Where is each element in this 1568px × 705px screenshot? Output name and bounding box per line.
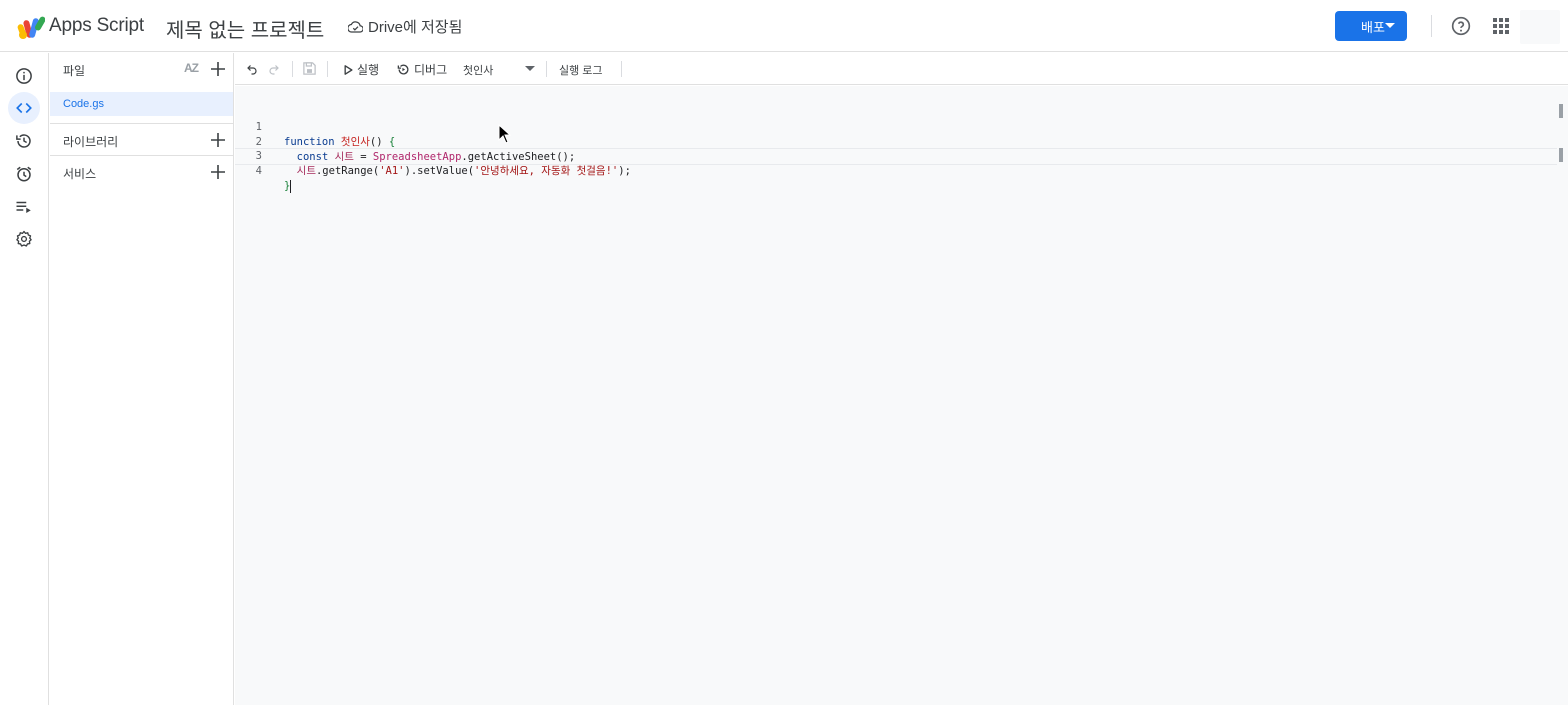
add-file-icon[interactable]: [211, 62, 225, 76]
project-title[interactable]: 제목 없는 프로젝트: [162, 12, 328, 45]
punct: );: [618, 165, 631, 177]
toolbar-divider: [621, 61, 622, 77]
run-label: 실행: [357, 63, 380, 77]
apps-script-logo-icon[interactable]: [17, 14, 45, 40]
sort-az-icon[interactable]: AZ: [184, 61, 199, 75]
method: ).setValue(: [404, 165, 475, 177]
gear-icon: [16, 230, 32, 247]
text-cursor: [290, 179, 292, 193]
undo-icon[interactable]: [246, 63, 258, 75]
drive-status-label: Drive에 저장됨: [368, 19, 463, 36]
services-row: 서비스: [50, 156, 233, 188]
toolbar-divider: [327, 61, 328, 77]
deploy-button[interactable]: 배포: [1335, 11, 1407, 41]
rail-editor[interactable]: [8, 92, 40, 124]
app-name[interactable]: Apps Script: [49, 15, 144, 37]
caret-down-icon[interactable]: [525, 66, 535, 71]
file-item-code-gs[interactable]: Code.gs: [50, 92, 233, 116]
scrollbar-thumb[interactable]: [1559, 104, 1563, 118]
line-number: 4: [255, 165, 262, 177]
toolbar-divider: [546, 61, 547, 77]
services-label: 서비스: [63, 167, 97, 181]
libraries-row: 라이브러리: [50, 124, 233, 156]
file-name: Code.gs: [63, 98, 104, 110]
string-literal: '안녕하세요, 자동화 첫걸음!': [474, 165, 619, 177]
code-line-2: 2 const 시트 = SpreadsheetApp.getActiveShe…: [235, 120, 1557, 163]
executions-icon: [16, 201, 31, 213]
save-icon[interactable]: [302, 61, 317, 76]
code-line-3: 3 시트.getRange('A1').setValue('안녕하세요, 자동화…: [235, 134, 1557, 177]
code-line-1: 1 function 첫인사() {: [235, 105, 1557, 148]
caret-down-icon: [1385, 23, 1395, 28]
libraries-label: 라이브러리: [63, 135, 119, 149]
function-select-value: 첫인사: [463, 65, 494, 77]
debug-icon: [397, 64, 409, 75]
alarm-icon: [16, 166, 32, 182]
cloud-done-icon: [348, 20, 363, 33]
string-literal: 'A1': [379, 165, 405, 177]
code-text: }: [284, 179, 292, 194]
add-service-icon[interactable]: [211, 165, 225, 179]
help-icon[interactable]: [1451, 16, 1471, 36]
rail-settings[interactable]: [8, 223, 40, 255]
files-title: 파일: [63, 64, 86, 78]
left-rail: [0, 53, 49, 705]
history-icon: [16, 134, 31, 148]
scrollbar-marker: [1559, 148, 1563, 162]
variable: 시트: [296, 165, 316, 177]
run-button[interactable]: 실행: [344, 61, 379, 78]
code-icon: [16, 102, 32, 114]
debug-label: 디버그: [414, 63, 448, 77]
execution-log-button[interactable]: 실행 로그: [559, 62, 603, 78]
files-header: 파일 AZ: [50, 53, 233, 85]
play-icon: [344, 64, 353, 75]
top-header: Apps Script 제목 없는 프로젝트 Drive에 저장됨 배포: [0, 0, 1568, 52]
rail-executions[interactable]: [8, 191, 40, 223]
google-apps-icon[interactable]: [1493, 18, 1509, 34]
code-line-4: 4 }: [235, 148, 1557, 193]
header-divider: [1431, 15, 1432, 37]
execution-log-label: 실행 로그: [559, 65, 603, 77]
redo-icon[interactable]: [268, 63, 280, 75]
debug-button[interactable]: 디버그: [397, 61, 447, 78]
toolbar-divider: [292, 61, 293, 77]
editor-toolbar: 실행 디버그 첫인사 실행 로그: [235, 53, 1568, 85]
deploy-label: 배포: [1361, 19, 1385, 35]
files-panel: 파일 AZ Code.gs 라이브러리 서비스: [50, 53, 234, 705]
rail-history[interactable]: [8, 125, 40, 157]
mouse-pointer-icon: [498, 124, 512, 144]
code-text: 시트.getRange('A1').setValue('안녕하세요, 자동화 첫…: [284, 164, 631, 179]
code-editor[interactable]: 1 function 첫인사() { 2 const 시트 = Spreadsh…: [235, 86, 1568, 705]
rail-overview[interactable]: [8, 60, 40, 92]
drive-status: Drive에 저장됨: [348, 16, 462, 37]
add-library-icon[interactable]: [211, 133, 225, 147]
rail-triggers[interactable]: [8, 158, 40, 190]
account-avatar[interactable]: [1520, 10, 1560, 44]
info-icon: [16, 68, 32, 84]
method: .getRange(: [315, 165, 380, 177]
